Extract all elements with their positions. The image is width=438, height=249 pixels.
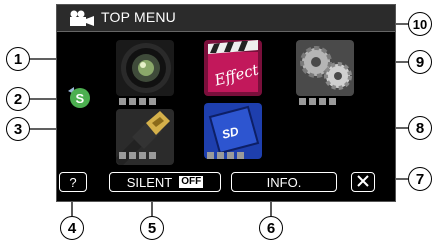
settings-tile[interactable] [296, 40, 354, 96]
silent-button[interactable]: SILENT OFF [109, 172, 221, 192]
camera-lens-icon [121, 43, 171, 93]
sd-card-icon: SD [208, 105, 260, 155]
s-badge-icon[interactable]: S [65, 85, 91, 114]
tile-9-indicator [299, 98, 336, 105]
callout-2: 2 [6, 87, 30, 111]
callout-6: 6 [259, 216, 283, 240]
callout-4: 4 [60, 216, 84, 240]
camera-lens-tile[interactable] [116, 40, 174, 96]
silent-state-badge: OFF [179, 176, 204, 188]
callout-1: 1 [6, 47, 30, 71]
gears-icon [300, 46, 352, 90]
clapperboard-effect-icon: Effect [208, 40, 261, 92]
callout-8: 8 [408, 116, 432, 140]
s-badge-label: S [76, 91, 85, 106]
tile-3-indicator [119, 152, 156, 159]
info-button[interactable]: INFO. [231, 172, 337, 192]
callout-9: 9 [408, 50, 432, 74]
top-menu-screen: TOP MENU Effect S SD ? SILENT OFF INFO. [56, 4, 396, 202]
title-bar: TOP MENU [57, 5, 395, 32]
help-button[interactable]: ? [59, 172, 87, 192]
callout-3: 3 [6, 117, 30, 141]
silent-label: SILENT [126, 174, 173, 190]
callout-10: 10 [408, 12, 432, 36]
callout-7: 7 [408, 167, 432, 191]
page-title: TOP MENU [101, 9, 176, 25]
close-icon [357, 174, 369, 190]
effect-tile[interactable]: Effect [204, 40, 262, 96]
info-label: INFO. [266, 174, 302, 190]
sd-card-tile[interactable]: SD [204, 103, 262, 159]
tile-1-indicator [119, 98, 156, 105]
help-label: ? [69, 174, 77, 190]
callout-5: 5 [140, 216, 164, 240]
video-camera-icon [69, 10, 95, 31]
tile-8-indicator [207, 152, 244, 159]
close-button[interactable] [351, 172, 375, 192]
